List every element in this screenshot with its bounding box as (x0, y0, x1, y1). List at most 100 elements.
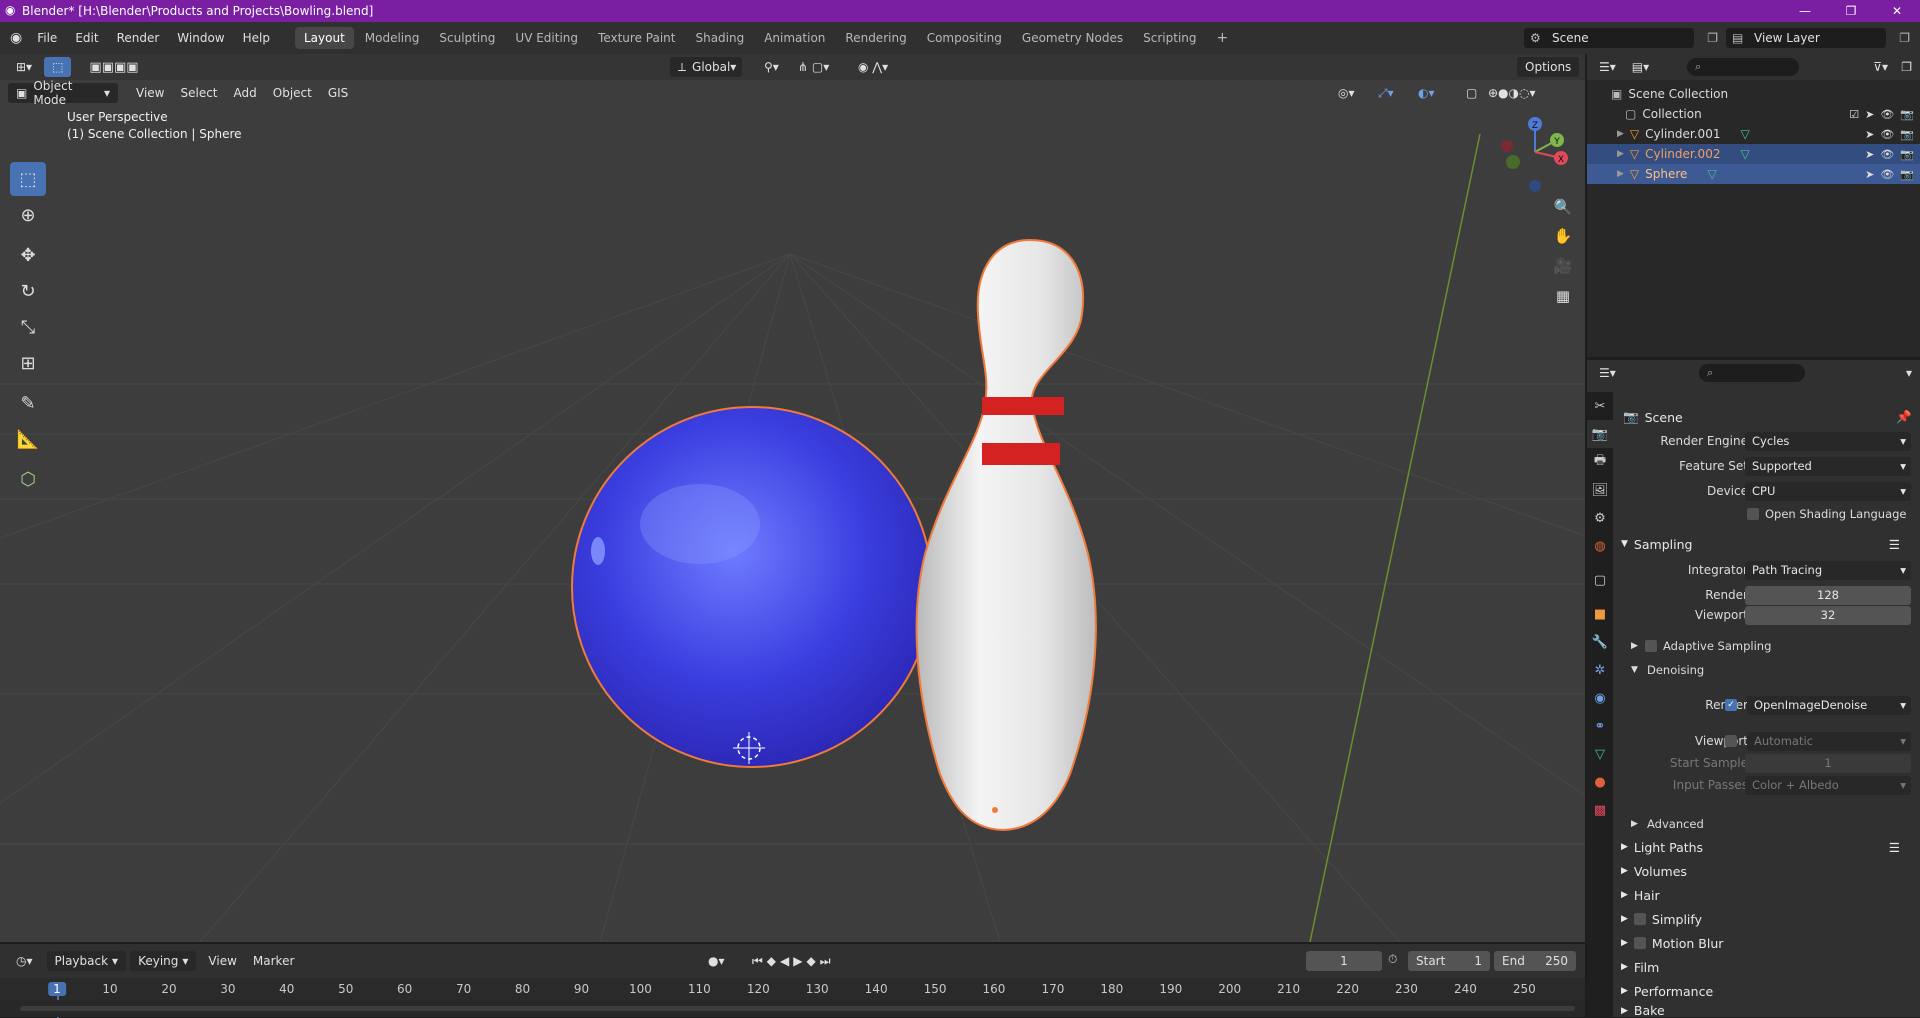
feature-set-select[interactable]: Supported ▾ (1745, 456, 1911, 476)
cursor-tool-icon[interactable]: ⊕ (10, 198, 46, 232)
blender-menu-icon[interactable]: ◉ (10, 30, 22, 46)
tab-texture-paint[interactable]: Texture Paint (589, 27, 684, 49)
render-samples-field[interactable]: 128 (1745, 585, 1911, 605)
select-box-icon[interactable]: ⬚ (44, 57, 72, 77)
bake-panel[interactable]: ▶ Bake (1613, 1004, 1920, 1017)
annotate-tool-icon[interactable]: ✎ (10, 386, 46, 420)
snap-icon[interactable]: ⋔ ▢▾ (790, 57, 837, 77)
timeline-scrollbar[interactable] (20, 1006, 1575, 1011)
zoom-icon[interactable]: 🔍 (1550, 194, 1576, 220)
tab-sculpting[interactable]: Sculpting (430, 27, 504, 49)
osl-checkbox[interactable] (1747, 508, 1759, 520)
tab-geometry-nodes[interactable]: Geometry Nodes (1013, 27, 1132, 49)
denoise-viewport-checkbox[interactable] (1725, 735, 1737, 747)
timeline-ruler[interactable]: 1 10 20 30 40 50 60 70 80 90 100 110 120 130 140 150 160… (0, 978, 1585, 1018)
light-paths-panel[interactable]: ▶ Light Paths ☰ (1613, 836, 1920, 858)
current-frame-field[interactable]: 1 (1306, 951, 1382, 971)
hair-panel[interactable]: ▶ Hair (1613, 884, 1920, 906)
playback-menu[interactable]: Playback ▾ (46, 951, 127, 971)
tab-layout[interactable]: Layout (294, 27, 354, 49)
selection-mode-icons[interactable]: ▣▣▣▣ (81, 57, 146, 77)
tab-modeling[interactable]: Modeling (356, 27, 429, 49)
keying-menu[interactable]: Keying ▾ (130, 951, 197, 971)
tab-scripting[interactable]: Scripting (1134, 27, 1205, 49)
3d-viewport[interactable]: ⊞▾ ⬚ ▣▣▣▣ ⟂ Global ▾ ⚲▾ ⋔ ▢▾ ◉ ⋀▾ Option… (0, 54, 1585, 942)
menu-view[interactable]: View (128, 83, 172, 103)
outliner-row-sphere[interactable]: ▶ ▽ Sphere ▽ ➤ 👁 📷 (1587, 164, 1920, 184)
properties-options-icon[interactable]: ▾ (1898, 363, 1920, 383)
filter-icon[interactable]: ⊽▾ (1865, 57, 1896, 77)
camera-view-icon[interactable]: 🎥 (1550, 253, 1576, 279)
properties-editor-type-icon[interactable]: ☰▾ (1591, 363, 1624, 383)
integrator-select[interactable]: Path Tracing ▾ (1745, 560, 1911, 580)
menu-render[interactable]: Render (108, 31, 169, 45)
constraints-tab-icon[interactable]: ⚭ (1587, 712, 1613, 740)
viewport-denoiser-select[interactable]: Automatic ▾ (1747, 731, 1911, 751)
input-passes-select[interactable]: Color + Albedo ▾ (1745, 775, 1911, 795)
stopwatch-icon[interactable]: ⏱ (1388, 952, 1397, 967)
adaptive-sampling-checkbox[interactable] (1645, 640, 1657, 652)
move-tool-icon[interactable]: ✥ (10, 238, 46, 272)
new-collection-icon[interactable]: ❐ (1893, 57, 1920, 77)
collection-toggles[interactable]: ☑ ➤ 👁 📷 (1849, 108, 1914, 121)
presets-icon[interactable]: ☰ (1889, 840, 1900, 855)
world-tab-icon[interactable]: ◍ (1587, 532, 1613, 560)
simplify-checkbox[interactable] (1633, 913, 1646, 925)
outliner-row-cylinder001[interactable]: ▶ ▽ Cylinder.001 ▽ ➤ 👁 📷 (1587, 124, 1920, 144)
bowling-pin[interactable] (915, 238, 1097, 832)
tab-shading[interactable]: Shading (686, 27, 753, 49)
motion-blur-checkbox[interactable] (1633, 937, 1646, 949)
output-tab-icon[interactable]: 🖶 (1587, 448, 1613, 476)
ortho-grid-icon[interactable]: ▦ (1550, 283, 1576, 309)
transform-tool-icon[interactable]: ⊞ (10, 346, 46, 380)
outliner-search-input[interactable]: ⌕ (1687, 58, 1799, 76)
options-button[interactable]: Options (1517, 57, 1580, 77)
maximize-button[interactable]: ❐ (1828, 0, 1874, 22)
physics-tab-icon[interactable]: ◉ (1587, 684, 1613, 712)
tool-tab-icon[interactable]: ✂ (1587, 392, 1613, 420)
menu-edit[interactable]: Edit (66, 31, 107, 45)
add-cube-tool-icon[interactable]: ⬡ (10, 462, 46, 496)
record-icon[interactable]: ●▾ (700, 951, 733, 971)
pin-icon[interactable]: 📌 (1896, 409, 1912, 425)
outliner-editor-type-icon[interactable]: ☰▾ (1591, 57, 1624, 77)
gizmo-icon[interactable]: ⤢▾ (1370, 83, 1402, 103)
new-view-layer-icon[interactable]: ❐ (1899, 31, 1910, 45)
scene-tab-icon[interactable]: ⚙ (1587, 504, 1613, 532)
timeline-editor-type-icon[interactable]: ◷▾ (8, 951, 41, 971)
material-tab-icon[interactable]: ● (1587, 768, 1613, 796)
menu-add[interactable]: Add (226, 83, 265, 103)
rotate-tool-icon[interactable]: ↻ (10, 274, 46, 308)
shading-modes-icons[interactable]: ⊕●◑◌▾ (1480, 83, 1544, 103)
timeline-view-menu[interactable]: View (200, 951, 244, 971)
properties-search-input[interactable]: ⌕ (1699, 364, 1805, 382)
overlays-icon[interactable]: ◐▾ (1410, 83, 1443, 103)
editor-type-icon[interactable]: ⊞▾ (8, 57, 40, 77)
transform-orientation-select[interactable]: ⟂ Global ▾ (670, 57, 742, 77)
texture-tab-icon[interactable]: ▩ (1587, 796, 1613, 824)
adaptive-sampling-row[interactable]: ▶ Adaptive Sampling (1613, 635, 1920, 657)
bowling-ball[interactable] (571, 406, 933, 768)
timeline-track-area[interactable] (0, 1000, 1585, 1017)
render-tab-icon[interactable]: 📷 (1587, 420, 1613, 448)
osl-row[interactable]: Open Shading Language (1613, 503, 1920, 525)
tab-rendering[interactable]: Rendering (836, 27, 915, 49)
denoise-render-checkbox[interactable]: ✓ (1725, 699, 1737, 711)
visibility-icon[interactable]: ◎▾ (1330, 83, 1363, 103)
proportional-edit-icon[interactable]: ◉ ⋀▾ (850, 57, 896, 77)
film-panel[interactable]: ▶ Film (1613, 956, 1920, 978)
menu-help[interactable]: Help (234, 31, 279, 45)
menu-select[interactable]: Select (172, 83, 225, 103)
particles-tab-icon[interactable]: ✲ (1587, 656, 1613, 684)
end-frame-field[interactable]: End 250 (1494, 951, 1576, 971)
outliner-row-cylinder002[interactable]: ▶ ▽ Cylinder.002 ▽ ➤ 👁 📷 (1587, 144, 1920, 164)
presets-icon[interactable]: ☰ (1889, 537, 1900, 552)
performance-panel[interactable]: ▶ Performance (1613, 980, 1920, 1002)
device-select[interactable]: CPU ▾ (1745, 481, 1911, 501)
view-layer-tab-icon[interactable]: 🖼 (1587, 476, 1613, 504)
playback-controls-icons[interactable]: ⏮◆◀▶◆⏭ (744, 951, 843, 971)
tab-animation[interactable]: Animation (755, 27, 834, 49)
modifier-tab-icon[interactable]: 🔧 (1587, 628, 1613, 656)
menu-window[interactable]: Window (168, 31, 233, 45)
mode-select[interactable]: ▣ Object Mode ▾ (8, 79, 118, 107)
